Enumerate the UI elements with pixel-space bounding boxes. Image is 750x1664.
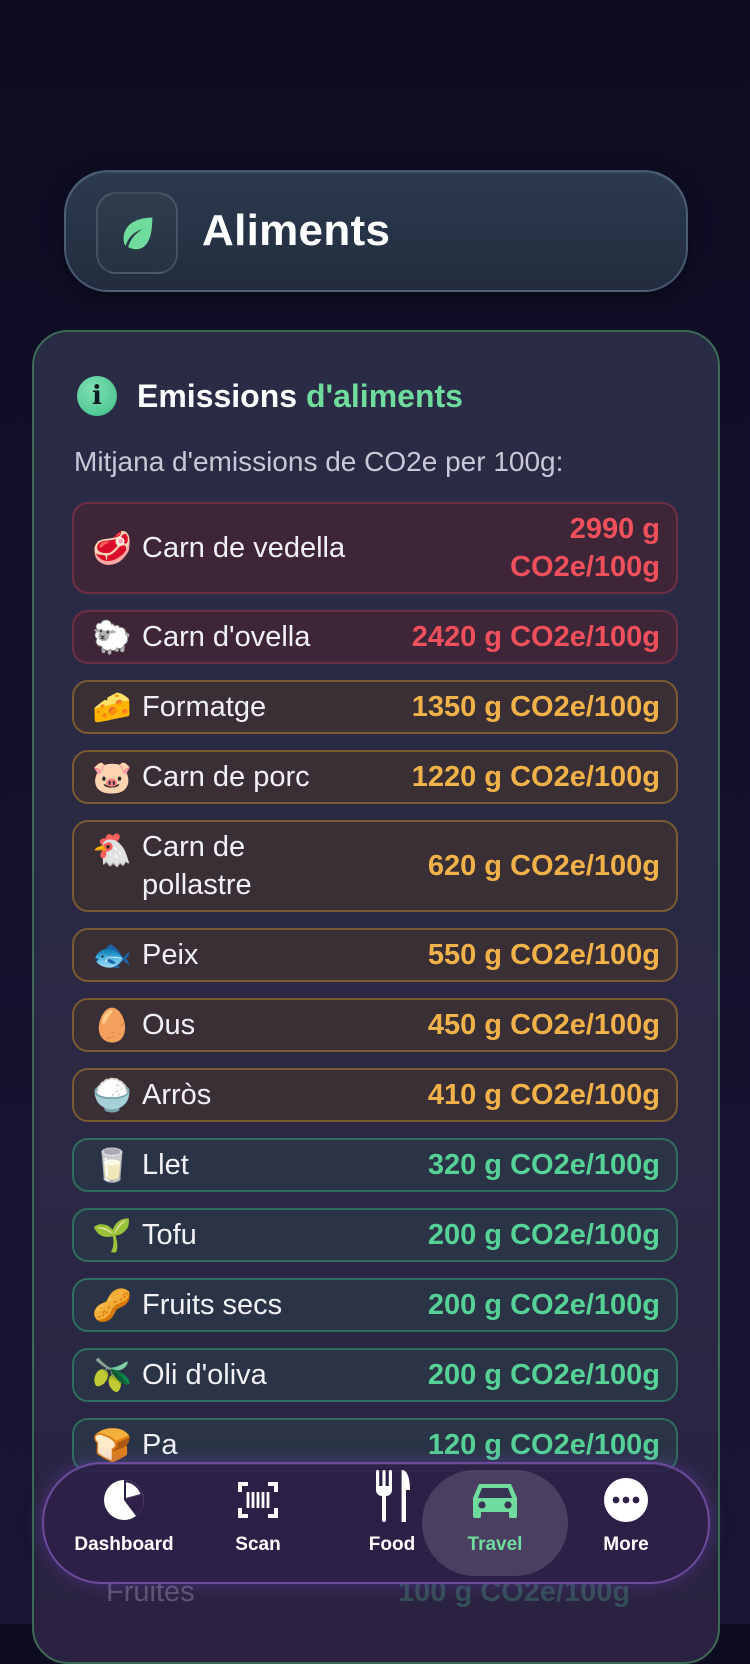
item-value: 320 g CO2e/100g [427, 1149, 660, 1181]
section-header-card: Aliments [64, 170, 688, 292]
item-value: 200 g CO2e/100g [427, 1359, 660, 1391]
item-name: Ous [142, 1009, 196, 1041]
seedling-icon: 🌱 [92, 1217, 132, 1253]
item-value: 2990 g CO2e/100g [510, 513, 660, 583]
item-name: Llet [142, 1149, 189, 1181]
item-name: Tofu [142, 1219, 197, 1251]
item-name: Fruits secs [142, 1289, 283, 1321]
fork-knife-icon [376, 1470, 410, 1522]
item-name: Formatge [142, 691, 267, 723]
list-item: 🥚 Ous 450 g CO2e/100g [72, 998, 678, 1052]
item-value: 1220 g CO2e/100g [411, 761, 660, 793]
item-name: Peix [142, 939, 199, 971]
fish-icon: 🐟 [92, 937, 132, 973]
list-item: 🐔 Carn de pollastre 620 g CO2e/100g [72, 820, 678, 912]
sheep-icon: 🐑 [92, 619, 132, 655]
leaf-icon-box [96, 192, 178, 274]
item-name: Arròs [142, 1079, 212, 1111]
item-value: 410 g CO2e/100g [427, 1079, 660, 1111]
list-item: 🐟 Peix 550 g CO2e/100g [72, 928, 678, 982]
item-value: 120 g CO2e/100g [427, 1429, 660, 1461]
item-name: Oli d'oliva [142, 1359, 267, 1391]
item-value: 550 g CO2e/100g [427, 939, 660, 971]
list-item: 🫒 Oli d'oliva 200 g CO2e/100g [72, 1348, 678, 1402]
list-item: 🥜 Fruits secs 200 g CO2e/100g [72, 1278, 678, 1332]
tab-label: Travel [467, 1534, 523, 1555]
item-name: Carn de vedella [142, 532, 346, 564]
panel-title: Emissions d'aliments [137, 372, 463, 420]
cheese-icon: 🧀 [92, 689, 132, 725]
pie-chart-icon [104, 1480, 144, 1520]
list-item: 🧀 Formatge 1350 g CO2e/100g [72, 680, 678, 734]
tab-more[interactable]: More [566, 1464, 686, 1582]
panel-title-part1: Emissions [137, 378, 306, 414]
pig-icon: 🐷 [92, 759, 132, 795]
panel-subtitle: Mitjana d'emissions de CO2e per 100g: [74, 446, 564, 477]
list-item: 🍚 Arròs 410 g CO2e/100g [72, 1068, 678, 1122]
list-item: 🌱 Tofu 200 g CO2e/100g [72, 1208, 678, 1262]
olive-icon: 🫒 [92, 1357, 132, 1393]
leaf-icon [123, 217, 153, 250]
peanut-icon: 🥜 [92, 1287, 132, 1323]
car-icon [473, 1484, 517, 1518]
more-dots-icon [604, 1478, 648, 1522]
tab-label: Dashboard [74, 1534, 174, 1555]
list-item: 🐑 Carn d'ovella 2420 g CO2e/100g [72, 610, 678, 664]
item-value: 620 g CO2e/100g [427, 850, 660, 882]
item-name: Carn de porc [142, 761, 310, 793]
tab-label: More [603, 1534, 649, 1555]
egg-icon: 🥚 [92, 1007, 132, 1043]
item-name: Carn de pollastre [142, 831, 252, 901]
item-value: 2420 g CO2e/100g [411, 621, 660, 653]
list-item: 🥩 Carn de vedella 2990 g CO2e/100g [72, 502, 678, 594]
rice-icon: 🍚 [92, 1077, 132, 1113]
item-value: 200 g CO2e/100g [427, 1289, 660, 1321]
item-name: Carn d'ovella [142, 621, 311, 653]
tab-label: Scan [235, 1534, 281, 1555]
panel-title-part2: d'aliments [305, 378, 463, 414]
bread-icon: 🍞 [92, 1427, 132, 1463]
list-item: 🐷 Carn de porc 1220 g CO2e/100g [72, 750, 678, 804]
steak-icon: 🥩 [92, 530, 132, 566]
tab-scan[interactable]: Scan [198, 1464, 318, 1582]
item-name: Pa [142, 1429, 178, 1461]
tab-dashboard[interactable]: Dashboard [64, 1464, 184, 1582]
item-value: 1350 g CO2e/100g [411, 691, 660, 723]
bottom-tab-bar: Dashboard Scan Food Travel More [42, 1462, 710, 1584]
milk-icon: 🥛 [92, 1147, 132, 1183]
list-item: 🥛 Llet 320 g CO2e/100g [72, 1138, 678, 1192]
page-title: Aliments [202, 206, 391, 255]
info-icon: i [77, 376, 117, 416]
item-value: 200 g CO2e/100g [427, 1219, 660, 1251]
emissions-list: 🥩 Carn de vedella 2990 g CO2e/100g 🐑 Car… [72, 502, 678, 1488]
item-value: 450 g CO2e/100g [427, 1009, 660, 1041]
tab-travel[interactable]: Travel [422, 1470, 568, 1576]
barcode-scan-icon [238, 1482, 278, 1518]
